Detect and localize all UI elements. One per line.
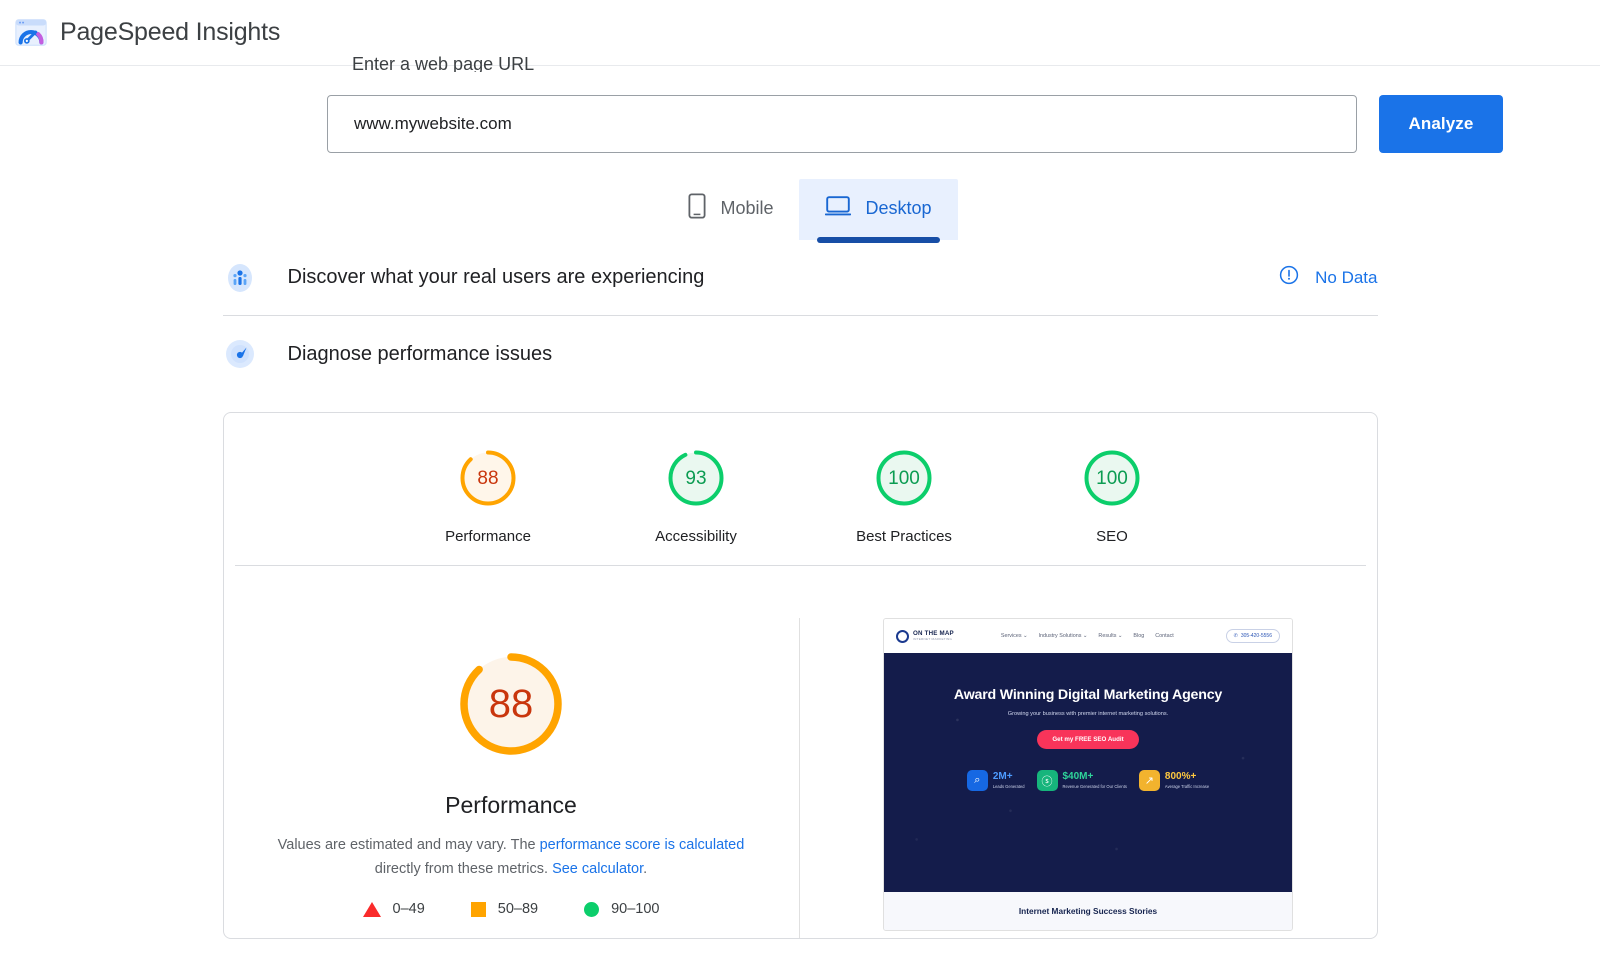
thumb-stat-value: $40M+ <box>1062 770 1094 782</box>
thumb-stat-value: 2M+ <box>992 770 1013 782</box>
legend-range-label: 0–49 <box>392 901 425 918</box>
score-gauge-best-practices[interactable]: 100 Best Practices <box>838 447 970 545</box>
info-circle-icon <box>1279 265 1299 290</box>
mobile-phone-icon <box>688 193 706 224</box>
revenue-icon: ⓢ <box>1036 770 1058 791</box>
traffic-growth-icon: ↗ <box>1138 770 1160 791</box>
thumb-headline: Award Winning Digital Marketing Agency <box>953 687 1223 703</box>
svg-text:93: 93 <box>685 468 706 489</box>
thumb-phone-number: 305-420-5556 <box>1240 633 1272 639</box>
thumb-stat: ⓢ $40M+ Revenue Generated for Our Clients <box>1036 770 1127 791</box>
svg-text:88: 88 <box>477 468 498 489</box>
thumb-stat-caption: Average Traffic Increase <box>1164 784 1210 790</box>
analytics-icon: ⌕ <box>966 770 988 791</box>
performance-pane: 88 Performance Values are estimated and … <box>224 618 800 938</box>
performance-detail: 88 Performance Values are estimated and … <box>224 566 1377 938</box>
score-legend: 0–49 50–89 90–100 <box>362 901 659 918</box>
see-calculator-link[interactable]: See calculator <box>552 861 643 877</box>
tab-desktop[interactable]: Desktop <box>799 179 958 243</box>
thumb-stat-value: 800%+ <box>1164 770 1197 782</box>
pagespeed-gauge-logo-icon <box>14 16 48 50</box>
thumb-stats-row: ⌕ 2M+ Leads Generated ⓢ $40M+ Revenue Generat… <box>966 770 1210 791</box>
tab-desktop-label: Desktop <box>865 198 932 218</box>
diagnose-gauge-icon <box>223 337 257 371</box>
device-tabs: Mobile Desktop <box>0 179 1600 243</box>
url-section-heading: Enter a web page URL <box>352 54 535 72</box>
gauge-label: Performance <box>445 528 531 545</box>
thumb-stat-caption: Leads Generated <box>992 784 1025 790</box>
lab-data-section: Diagnose performance issues <box>223 316 1378 392</box>
thumb-stat: ⌕ 2M+ Leads Generated <box>966 770 1025 791</box>
page-thumbnail-pane: ON THE MAP INTERNET MARKETING Services ⌄… <box>800 618 1377 938</box>
gauge-ring-icon: 88 <box>460 450 516 506</box>
gauge-ring-icon: 100 <box>1084 450 1140 506</box>
desc-text-1: Values are estimated and may vary. The <box>277 837 540 853</box>
performance-big-gauge: 88 <box>453 646 569 762</box>
thumb-site-logo-icon: ON THE MAP INTERNET MARKETING <box>896 629 954 643</box>
results-card: 88 Performance 93 Accessibility 100 Best Prac… <box>222 412 1378 939</box>
score-gauge-seo[interactable]: 100 SEO <box>1046 447 1178 545</box>
page-content: Enter a web page URL Analyze Mobile Des <box>0 54 1600 939</box>
legend-item-0-49: 0–49 <box>362 901 425 918</box>
lab-data-title: Diagnose performance issues <box>287 342 553 365</box>
thumb-logo-main: ON THE MAP <box>913 629 954 637</box>
legend-item-90-100: 90–100 <box>584 901 659 917</box>
desc-text-2: directly from these metrics. <box>374 861 553 878</box>
score-summary-row: 88 Performance 93 Accessibility 100 Best Prac… <box>224 413 1377 565</box>
thumb-logo-ring-icon <box>896 629 909 643</box>
no-data-label: No Data <box>1315 267 1378 287</box>
thumb-subheadline: Growing your business with premier inter… <box>1007 711 1169 717</box>
performance-description: Values are estimated and may vary. The p… <box>274 833 748 881</box>
thumb-stat: ↗ 800%+ Average Traffic Increase <box>1138 770 1210 791</box>
thumb-nav-item: Results ⌄ <box>1098 633 1123 639</box>
legend-range-label: 50–89 <box>497 901 539 918</box>
url-search-row: Analyze <box>0 66 1600 153</box>
thumb-phone-button: ✆ 305-420-5556 <box>1225 629 1280 643</box>
field-data-status[interactable]: No Data <box>1279 265 1378 290</box>
performance-score-link[interactable]: performance score is calculated <box>540 837 745 853</box>
square-swatch-icon <box>470 901 486 917</box>
page-screenshot-thumbnail: ON THE MAP INTERNET MARKETING Services ⌄… <box>883 618 1293 931</box>
phone-icon: ✆ <box>1233 633 1238 639</box>
gauge-ring-icon: 93 <box>668 450 724 506</box>
thumb-navbar: ON THE MAP INTERNET MARKETING Services ⌄… <box>884 619 1292 653</box>
gauge-label: Best Practices <box>856 528 952 545</box>
thumb-hero: Award Winning Digital Marketing Agency G… <box>884 653 1292 892</box>
gauge-label: SEO <box>1096 528 1128 545</box>
field-data-title: Discover what your real users are experi… <box>287 266 705 288</box>
svg-text:88: 88 <box>489 682 534 726</box>
performance-category-title: Performance <box>445 792 577 818</box>
thumb-logo-sub: INTERNET MARKETING <box>913 637 953 642</box>
real-users-icon <box>223 261 257 295</box>
analyze-button[interactable]: Analyze <box>1379 95 1503 153</box>
url-input[interactable] <box>327 95 1357 153</box>
thumb-nav-item: Contact <box>1155 633 1174 639</box>
thumb-nav-menu: Services ⌄ Industry Solutions ⌄ Results ⌄ B… <box>1001 633 1174 639</box>
desktop-monitor-icon <box>825 195 852 222</box>
desc-text-3: . <box>643 861 648 878</box>
score-gauge-performance[interactable]: 88 Performance <box>422 447 554 545</box>
gauge-label: Accessibility <box>655 528 737 545</box>
thumb-cta-button: Get my FREE SEO Audit <box>1037 730 1139 749</box>
gauge-ring-icon: 100 <box>876 450 932 506</box>
thumb-stat-caption: Revenue Generated for Our Clients <box>1062 784 1127 790</box>
tab-mobile[interactable]: Mobile <box>662 179 799 240</box>
score-gauge-accessibility[interactable]: 93 Accessibility <box>630 447 762 545</box>
triangle-swatch-icon <box>362 901 381 917</box>
thumb-footer: Internet Marketing Success Stories <box>884 892 1292 930</box>
thumb-footer-text: Internet Marketing Success Stories <box>1018 906 1158 916</box>
legend-item-50-89: 50–89 <box>470 901 539 918</box>
thumb-nav-item: Industry Solutions ⌄ <box>1038 633 1088 639</box>
svg-text:100: 100 <box>1096 468 1128 489</box>
app-header: PageSpeed Insights <box>0 0 1600 66</box>
thumb-nav-item: Services ⌄ <box>1000 633 1028 639</box>
field-data-section: Discover what your real users are experi… <box>222 240 1378 316</box>
svg-text:100: 100 <box>888 468 920 489</box>
tab-mobile-label: Mobile <box>720 198 774 218</box>
thumb-nav-item: Blog <box>1133 633 1145 639</box>
legend-range-label: 90–100 <box>611 901 660 918</box>
app-title: PageSpeed Insights <box>60 18 281 46</box>
circle-swatch-icon <box>584 901 600 917</box>
